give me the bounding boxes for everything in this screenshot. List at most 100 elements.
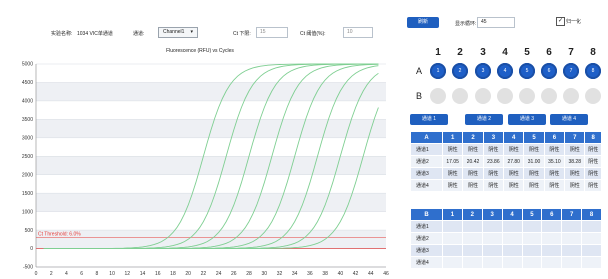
normalize-checkbox[interactable]: ✓ — [556, 17, 565, 26]
well-A8[interactable]: 8 — [585, 63, 601, 79]
well-B7[interactable] — [563, 88, 579, 104]
y-tick-label: 5000 — [22, 62, 33, 68]
tab-channel-2[interactable]: 通道 2 — [465, 114, 503, 125]
row-label: 通道2 — [410, 155, 443, 168]
y-tick-label: 3000 — [22, 136, 33, 142]
column-header-6: 6 — [543, 131, 566, 144]
well-B2[interactable] — [452, 88, 468, 104]
table-cell: 阴性 — [564, 167, 586, 180]
table-cell — [521, 244, 543, 257]
threshold-label: Ct Threshold: 6.0% — [38, 231, 81, 237]
table-cell — [442, 232, 463, 245]
well-A6[interactable]: 6 — [541, 63, 557, 79]
row-label: 通道3 — [410, 167, 443, 180]
row-label: 通道1 — [410, 220, 443, 233]
chart-band — [36, 156, 386, 175]
table-cell: 阴性 — [584, 143, 602, 156]
x-tick-label: 40 — [338, 271, 344, 277]
table-cell — [501, 256, 523, 269]
table-cell — [581, 220, 602, 233]
chart-band — [36, 100, 386, 120]
ct-threshold-label: Ct 阈值(%): — [300, 31, 326, 37]
table-cell — [561, 220, 583, 233]
x-tick-label: 32 — [277, 271, 283, 277]
table-cell: 阴性 — [564, 179, 586, 192]
x-tick-label: 20 — [185, 271, 191, 277]
ct-lower-input[interactable]: 15 — [256, 27, 288, 38]
table-cell: 阴性 — [543, 167, 566, 180]
x-tick-label: 30 — [261, 271, 267, 277]
tab-channel-3[interactable]: 通道 3 — [508, 114, 546, 125]
table-cell — [461, 220, 483, 233]
table-cell — [561, 256, 583, 269]
well-B6[interactable] — [541, 88, 557, 104]
well-A4[interactable]: 4 — [497, 63, 513, 79]
column-header-3: 3 — [482, 131, 505, 144]
well-B4[interactable] — [497, 88, 513, 104]
column-header-5: 5 — [521, 208, 543, 221]
well-A3[interactable]: 3 — [475, 63, 491, 79]
table-cell — [501, 244, 523, 257]
table-cell — [561, 244, 583, 257]
plate-panel: 12345678A12345678B — [405, 44, 605, 106]
table-row: 通道1 阴性 阴性 阴性 阴性 阴性 阴性 阴性 阴性 — [410, 143, 602, 156]
column-header-6: 6 — [541, 208, 563, 221]
table-cell — [541, 220, 563, 233]
column-header-3: 3 — [481, 208, 503, 221]
display-cycles-input[interactable]: 45 — [477, 17, 515, 28]
refresh-button[interactable]: 刷新 — [407, 17, 439, 28]
y-tick-label: 2500 — [22, 154, 33, 160]
well-B5[interactable] — [519, 88, 535, 104]
table-cell: 阴性 — [523, 167, 545, 180]
chart-band — [36, 82, 386, 101]
table-cell — [521, 256, 543, 269]
well-A2[interactable]: 2 — [452, 63, 468, 79]
plate-row-A: A — [416, 66, 423, 76]
well-B1[interactable] — [430, 88, 446, 104]
y-tick-label: 1500 — [22, 191, 33, 197]
table-cell — [561, 232, 583, 245]
y-tick-label: 500 — [25, 228, 34, 234]
x-tick-label: 2 — [50, 271, 53, 277]
row-label: 通道2 — [410, 232, 443, 245]
column-header-7: 7 — [561, 208, 583, 221]
well-A7[interactable]: 7 — [563, 63, 579, 79]
table-cell — [541, 244, 563, 257]
table-cell — [541, 256, 563, 269]
table-cell: 阴性 — [441, 143, 464, 156]
well-B8[interactable] — [585, 88, 601, 104]
results-table-a: A 1 2 3 4 5 6 7 8 通道1 阴性 阴性 阴性 阴性 阴性 阴性 阴性 阴性 通道2 17.05 20.4… — [410, 131, 602, 192]
x-tick-label: 46 — [383, 271, 389, 277]
table-cell: 阴性 — [543, 143, 566, 156]
column-header-2: 2 — [462, 131, 484, 144]
row-label: 通道4 — [410, 179, 443, 192]
well-A5[interactable]: 5 — [519, 63, 535, 79]
plate-column-5: 5 — [524, 47, 530, 58]
table-row: 通道2 17.05 20.42 23.86 27.80 31.00 35.10 38.28 阴性 — [410, 155, 602, 168]
x-tick-label: 24 — [216, 271, 222, 277]
chart-band — [36, 248, 386, 267]
y-tick-label: 4000 — [22, 99, 33, 105]
plate-column-3: 3 — [480, 47, 486, 58]
ct-threshold-input[interactable]: 10 — [343, 27, 373, 38]
tab-channel-1[interactable]: 通道 1 — [410, 114, 448, 125]
x-tick-label: 16 — [155, 271, 161, 277]
x-tick-label: 44 — [368, 271, 374, 277]
well-A1[interactable]: 1 — [430, 63, 446, 79]
display-cycles-label: 显示循环: — [455, 21, 477, 27]
x-tick-label: 26 — [231, 271, 237, 277]
tab-channel-4[interactable]: 通道 4 — [550, 114, 588, 125]
column-header-2: 2 — [461, 208, 483, 221]
well-B3[interactable] — [475, 88, 491, 104]
table-cell: 阴性 — [503, 167, 525, 180]
table-cell: 阴性 — [584, 179, 602, 192]
plate-column-4: 4 — [502, 47, 508, 58]
plate-column-2: 2 — [457, 47, 463, 58]
x-tick-label: 10 — [109, 271, 115, 277]
channel-select[interactable]: Channel1 ▾ — [158, 27, 198, 38]
row-label: 通道1 — [410, 143, 443, 156]
plate-column-1: 1 — [435, 47, 441, 58]
table-cell — [581, 244, 602, 257]
table-cell — [481, 232, 503, 245]
table-cell: 阴性 — [482, 179, 505, 192]
